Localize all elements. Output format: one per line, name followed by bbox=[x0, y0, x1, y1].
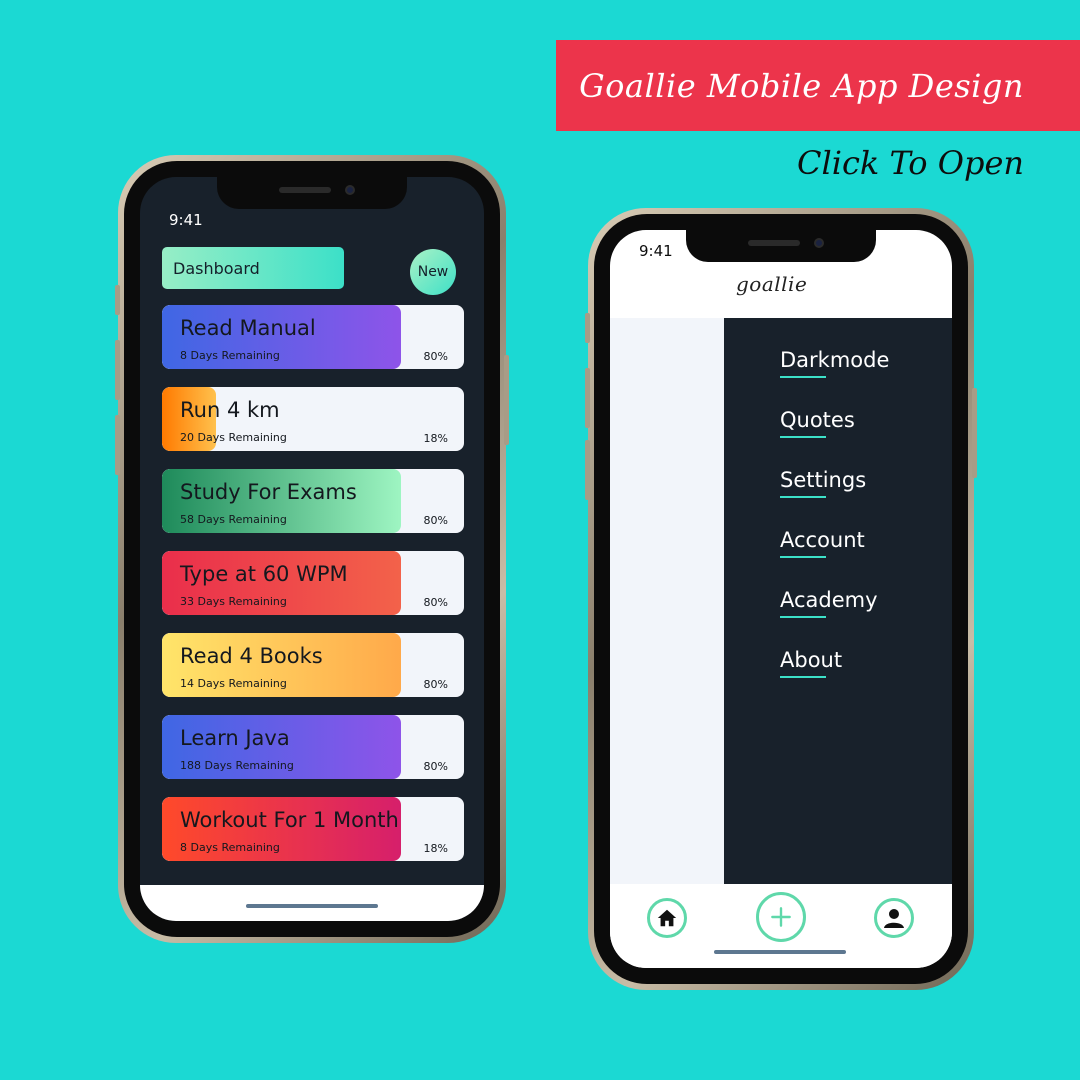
speaker bbox=[279, 187, 331, 193]
dashboard-screen: 9:41 Dashboard New Read Manual 8 Days Re… bbox=[140, 177, 484, 921]
goal-card[interactable]: Workout For 1 Month 8 Days Remaining 18% bbox=[162, 797, 464, 861]
side-menu: Darkmode Quotes Settings Account Academy… bbox=[724, 318, 952, 884]
goal-percent: 80% bbox=[423, 760, 448, 773]
bottom-bar bbox=[140, 885, 484, 921]
menu-item-about[interactable]: About bbox=[780, 648, 842, 678]
menu-item-label: Quotes bbox=[780, 408, 855, 432]
goal-remaining: 33 Days Remaining bbox=[180, 595, 287, 608]
click-to-open-label[interactable]: Click To Open bbox=[797, 144, 1024, 182]
volume-down-button bbox=[115, 415, 120, 475]
goal-card[interactable]: Run 4 km 20 Days Remaining 18% bbox=[162, 387, 464, 451]
notch bbox=[686, 230, 876, 262]
camera bbox=[814, 238, 824, 248]
mute-switch bbox=[585, 313, 590, 343]
menu-underline bbox=[780, 676, 826, 678]
volume-down-button bbox=[585, 440, 590, 500]
goal-card[interactable]: Type at 60 WPM 33 Days Remaining 80% bbox=[162, 551, 464, 615]
home-indicator[interactable] bbox=[246, 904, 378, 908]
mute-switch bbox=[115, 285, 120, 315]
goal-card[interactable]: Study For Exams 58 Days Remaining 80% bbox=[162, 469, 464, 533]
goal-title: Study For Exams bbox=[180, 480, 357, 504]
power-button bbox=[972, 388, 977, 478]
title-banner: Goallie Mobile App Design bbox=[556, 40, 1080, 131]
goal-title: Learn Java bbox=[180, 726, 290, 750]
home-tab-button[interactable] bbox=[647, 898, 687, 938]
goal-percent: 80% bbox=[423, 350, 448, 363]
volume-up-button bbox=[585, 368, 590, 428]
goal-remaining: 188 Days Remaining bbox=[180, 759, 294, 772]
power-button bbox=[504, 355, 509, 445]
home-indicator[interactable] bbox=[714, 950, 846, 954]
goal-title: Type at 60 WPM bbox=[180, 562, 348, 586]
menu-item-quotes[interactable]: Quotes bbox=[780, 408, 855, 438]
camera bbox=[345, 185, 355, 195]
add-goal-button[interactable] bbox=[756, 892, 806, 942]
menu-underline bbox=[780, 376, 826, 378]
menu-item-label: Darkmode bbox=[780, 348, 890, 372]
goal-remaining: 8 Days Remaining bbox=[180, 349, 280, 362]
menu-screen: 9:41 goallie Darkmode Quotes Settings Ac… bbox=[610, 230, 952, 968]
goal-remaining: 58 Days Remaining bbox=[180, 513, 287, 526]
speaker bbox=[748, 240, 800, 246]
goal-title: Run 4 km bbox=[180, 398, 280, 422]
banner-title: Goallie Mobile App Design bbox=[579, 66, 1024, 105]
menu-item-account[interactable]: Account bbox=[780, 528, 865, 558]
goal-card[interactable]: Read 4 Books 14 Days Remaining 80% bbox=[162, 633, 464, 697]
goal-title: Read 4 Books bbox=[180, 644, 323, 668]
menu-underline bbox=[780, 496, 826, 498]
dashboard-button[interactable]: Dashboard bbox=[162, 247, 344, 289]
menu-item-darkmode[interactable]: Darkmode bbox=[780, 348, 889, 378]
menu-underline bbox=[780, 556, 826, 558]
menu-underline bbox=[780, 616, 826, 618]
plus-icon bbox=[771, 907, 791, 927]
goal-percent: 18% bbox=[423, 432, 448, 445]
goal-card[interactable]: Read Manual 8 Days Remaining 80% bbox=[162, 305, 464, 369]
tab-bar bbox=[610, 884, 952, 968]
new-goal-button[interactable]: New bbox=[410, 249, 456, 295]
goal-percent: 80% bbox=[423, 596, 448, 609]
notch bbox=[217, 177, 407, 209]
goal-remaining: 8 Days Remaining bbox=[180, 841, 280, 854]
menu-item-label: Settings bbox=[780, 468, 867, 492]
phone-dashboard: 9:41 Dashboard New Read Manual 8 Days Re… bbox=[115, 155, 509, 943]
goal-remaining: 20 Days Remaining bbox=[180, 431, 287, 444]
status-time: 9:41 bbox=[639, 242, 673, 260]
goal-remaining: 14 Days Remaining bbox=[180, 677, 287, 690]
goal-title: Read Manual bbox=[180, 316, 316, 340]
menu-item-settings[interactable]: Settings bbox=[780, 468, 866, 498]
menu-item-label: Account bbox=[780, 528, 865, 552]
volume-up-button bbox=[115, 340, 120, 400]
goal-percent: 80% bbox=[423, 678, 448, 691]
user-icon bbox=[884, 909, 904, 928]
content-backdrop[interactable] bbox=[610, 318, 724, 884]
menu-underline bbox=[780, 436, 826, 438]
goal-percent: 18% bbox=[423, 842, 448, 855]
goal-percent: 80% bbox=[423, 514, 448, 527]
home-icon bbox=[657, 909, 677, 927]
status-time: 9:41 bbox=[169, 211, 203, 229]
menu-item-label: About bbox=[780, 648, 843, 672]
menu-item-label: Academy bbox=[780, 588, 878, 612]
goal-title: Workout For 1 Month bbox=[180, 808, 399, 832]
profile-tab-button[interactable] bbox=[874, 898, 914, 938]
menu-item-academy[interactable]: Academy bbox=[780, 588, 878, 618]
goal-card[interactable]: Learn Java 188 Days Remaining 80% bbox=[162, 715, 464, 779]
phone-menu: 9:41 goallie Darkmode Quotes Settings Ac… bbox=[585, 208, 977, 990]
app-logo: goallie bbox=[736, 272, 808, 296]
